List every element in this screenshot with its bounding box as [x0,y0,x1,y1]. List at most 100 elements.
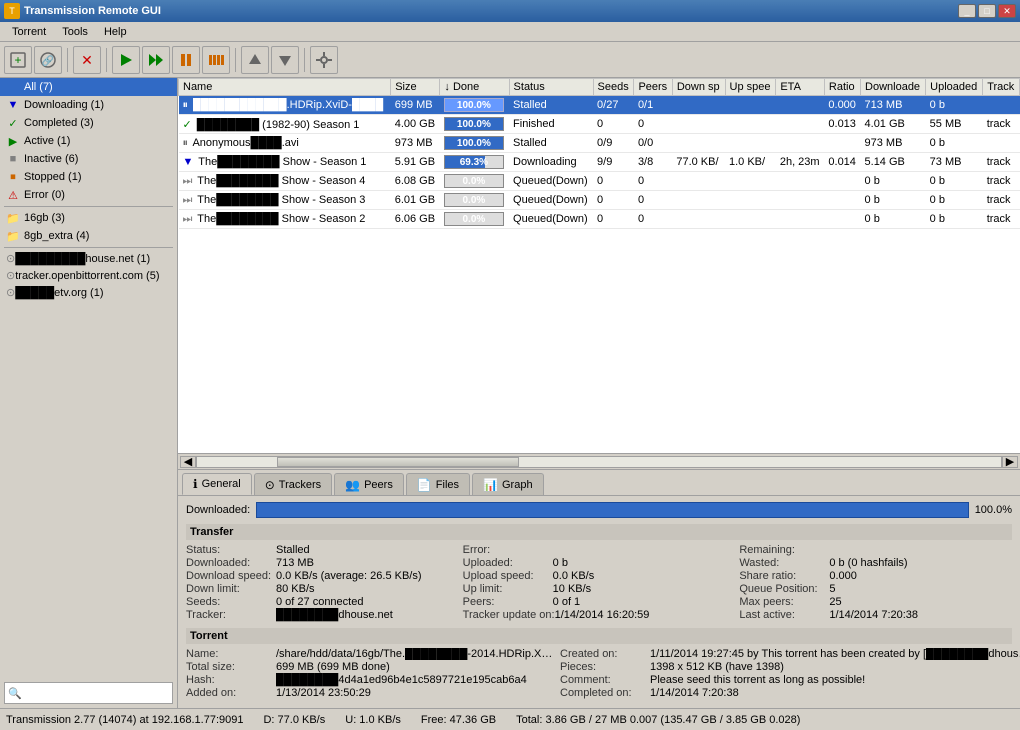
tracker-row: Tracker: ████████dhouse.net [186,609,459,621]
col-peers[interactable]: Peers [634,79,672,96]
move-up-button[interactable] [241,46,269,74]
cell-seeds: 0/27 [593,96,634,115]
table-row[interactable]: ⏸ ████████████.HDRip.XviD-████ 699 MB 10… [179,96,1020,115]
sidebar-item-folder-16gb[interactable]: 📁 16gb (3) [0,209,177,227]
cell-downloaded: 4.01 GB [861,115,926,134]
col-down-speed[interactable]: Down sp [672,79,725,96]
close-button[interactable]: ✕ [998,4,1016,18]
cell-downloaded: 0 b [861,191,926,210]
sidebar-item-folder-8gb[interactable]: 📁 8gb_extra (4) [0,227,177,245]
table-row[interactable]: ▼ The████████ Show - Season 1 5.91 GB 69… [179,153,1020,172]
table-row[interactable]: ⏭ The████████ Show - Season 4 6.08 GB 0.… [179,172,1020,191]
col-ratio[interactable]: Ratio [824,79,860,96]
col-uploaded[interactable]: Uploaded [926,79,983,96]
cell-peers: 0/0 [634,134,672,153]
statusbar: Transmission 2.77 (14074) at 192.168.1.7… [0,708,1020,730]
share-ratio-row: Share ratio: 0.000 [739,570,1012,582]
queue-pos-value: 5 [829,583,835,595]
tab-general[interactable]: ℹ General [182,473,252,495]
start-all-button[interactable] [142,46,170,74]
sb-connection: Transmission 2.77 (14074) at 192.168.1.7… [6,714,243,726]
queue-pos-row: Queue Position: 5 [739,583,1012,595]
sidebar-item-completed[interactable]: ✓ Completed (3) [0,114,177,132]
col-eta[interactable]: ETA [776,79,825,96]
menu-torrent[interactable]: Torrent [4,25,54,39]
cell-ratio: 0.013 [824,115,860,134]
cell-uploaded: 73 MB [926,153,983,172]
col-downloaded[interactable]: Downloade [861,79,926,96]
add-torrent-button[interactable]: + [4,46,32,74]
downloaded-val-label: Downloaded: [186,557,276,569]
folder-icon-16gb: 📁 [6,211,20,225]
seeds-label: Seeds: [186,596,276,608]
tab-graph[interactable]: 📊 Graph [472,473,544,495]
start-button[interactable] [112,46,140,74]
peers-row: Peers: 0 of 1 [463,596,736,608]
sidebar-tracker-2[interactable]: ⊙ tracker.openbittorrent.com (5) [0,267,177,284]
sidebar-item-all[interactable]: All (7) [0,78,177,96]
toolbar-sep-1 [67,48,68,72]
col-done[interactable]: ↓ Done [440,79,509,96]
search-input[interactable] [25,683,172,703]
menu-tools[interactable]: Tools [54,25,96,39]
add-link-button[interactable]: 🔗 [34,46,62,74]
cell-eta [776,134,825,153]
pause-all-button[interactable] [202,46,230,74]
sidebar-tracker-3[interactable]: ⊙ █████etv.org (1) [0,284,177,301]
peers-label: Peers: [463,596,553,608]
hscroll-thumb[interactable] [277,457,518,467]
wasted-label: Wasted: [739,557,829,569]
cell-name: ⏸ ████████████.HDRip.XviD-████ [179,96,391,115]
tab-trackers[interactable]: ⊙ Trackers [254,473,332,495]
hscroll-left[interactable]: ◀ [180,456,196,468]
preferences-button[interactable] [310,46,338,74]
col-tracker[interactable]: Track [983,79,1020,96]
cell-done: 100.0% [440,96,509,115]
move-down-button[interactable] [271,46,299,74]
sidebar-item-error[interactable]: ⚠ Error (0) [0,186,177,204]
cell-ratio [824,172,860,191]
tracker-icon-2: ⊙ [6,269,15,282]
col-status[interactable]: Status [509,79,593,96]
torrent-title: Torrent [186,628,1012,644]
titlebar: T Transmission Remote GUI _ □ ✕ [0,0,1020,22]
minimize-button[interactable]: _ [958,4,976,18]
col-name[interactable]: Name [179,79,391,96]
sidebar-item-inactive[interactable]: ■ Inactive (6) [0,150,177,168]
hscroll[interactable]: ◀ ▶ [178,453,1020,469]
col-size[interactable]: Size [391,79,440,96]
transfer-col-1: Status: Stalled Downloaded: 713 MB Downl… [186,544,459,622]
sidebar-item-downloading[interactable]: ▼ Downloading (1) [0,96,177,114]
wasted-row: Wasted: 0 b (0 hashfails) [739,557,1012,569]
tab-files[interactable]: 📄 Files [406,473,470,495]
cell-done: 100.0% [440,115,509,134]
pause-button[interactable] [172,46,200,74]
toolbar-sep-4 [304,48,305,72]
table-row[interactable]: ⏸ Anonymous████.avi 973 MB 100.0% Stalle… [179,134,1020,153]
table-row[interactable]: ⏭ The████████ Show - Season 2 6.06 GB 0.… [179,210,1020,229]
col-up-speed[interactable]: Up spee [725,79,776,96]
cell-peers: 0 [634,115,672,134]
hscroll-track[interactable] [196,456,1002,468]
sidebar-item-stopped[interactable]: ⏹ Stopped (1) [0,168,177,186]
name-value: /share/hdd/data/16gb/The.████████-2014.H… [276,648,556,660]
sidebar-item-active[interactable]: ▶ Active (1) [0,132,177,150]
sidebar-inactive-label: Inactive (6) [24,153,78,165]
maximize-button[interactable]: □ [978,4,996,18]
menu-help[interactable]: Help [96,25,135,39]
table-row[interactable]: ⏭ The████████ Show - Season 3 6.01 GB 0.… [179,191,1020,210]
cell-eta [776,210,825,229]
remove-button[interactable]: ✕ [73,46,101,74]
down-limit-row: Down limit: 80 KB/s [186,583,459,595]
torrent-list[interactable]: Name Size ↓ Done Status Seeds Peers Down… [178,78,1020,453]
cell-size: 5.91 GB [391,153,440,172]
sidebar-tracker-1[interactable]: ⊙ █████████house.net (1) [0,250,177,267]
hscroll-right[interactable]: ▶ [1002,456,1018,468]
col-seeds[interactable]: Seeds [593,79,634,96]
tab-peers[interactable]: 👥 Peers [334,473,404,495]
name-row: Name: /share/hdd/data/16gb/The.████████-… [186,648,556,660]
tracker-icon-1: ⊙ [6,252,15,265]
table-row[interactable]: ✓ ████████ (1982-90) Season 1 4.00 GB 10… [179,115,1020,134]
remaining-row: Remaining: [739,544,1012,556]
sidebar-folder-8gb-label: 8gb_extra (4) [24,230,89,242]
